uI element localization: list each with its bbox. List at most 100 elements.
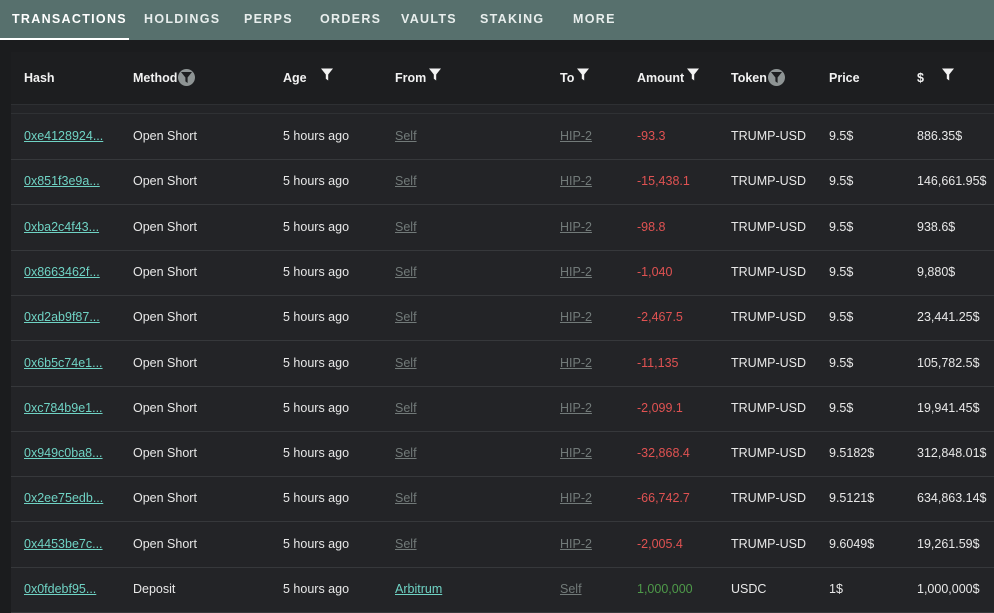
- tab-more[interactable]: MORE: [573, 0, 616, 38]
- amount-cell: 1,000,000: [637, 582, 693, 596]
- token-cell: TRUMP-USD: [731, 355, 806, 370]
- hash-link[interactable]: 0xe4128924...: [24, 114, 103, 159]
- from-link[interactable]: Self: [395, 114, 417, 159]
- method-cell: Open Short: [133, 446, 197, 461]
- hash-link[interactable]: 0x8663462f...: [24, 250, 100, 295]
- hash-link[interactable]: 0xd2ab9f87...: [24, 295, 100, 340]
- method-filter-icon[interactable]: [178, 68, 196, 86]
- tab-holdings[interactable]: HOLDINGS: [144, 0, 220, 38]
- to-filter-icon[interactable]: [577, 51, 590, 103]
- hash-link[interactable]: 0x2ee75edb...: [24, 476, 103, 521]
- to-link[interactable]: HIP-2: [560, 431, 592, 476]
- column-header-usd: $: [917, 52, 954, 104]
- tab-vaults[interactable]: VAULTS: [401, 0, 457, 38]
- table-row: 0xc784b9e1... Open Short 5 hours ago Self HI…: [11, 386, 994, 432]
- price-cell: 9.5$: [829, 310, 854, 325]
- usd-value-cell: 938.6$: [917, 219, 956, 234]
- column-label-age: Age: [283, 71, 307, 85]
- from-link[interactable]: Self: [395, 386, 417, 431]
- token-cell: TRUMP-USD: [731, 446, 806, 461]
- usd-value-cell: 19,941.45$: [917, 400, 980, 415]
- usd-value-cell: 634,863.14$: [917, 491, 987, 506]
- method-cell: Open Short: [133, 129, 197, 143]
- to-link[interactable]: Self: [560, 567, 582, 612]
- method-cell: Open Short: [133, 219, 197, 234]
- method-cell: Deposit: [133, 582, 176, 596]
- price-cell: 9.5$: [829, 219, 854, 234]
- to-link[interactable]: HIP-2: [560, 476, 592, 521]
- from-link[interactable]: Self: [395, 476, 417, 521]
- age-cell: 5 hours ago: [283, 355, 350, 370]
- from-link[interactable]: Arbitrum: [395, 567, 442, 612]
- to-link[interactable]: HIP-2: [560, 295, 592, 340]
- table-row: 0x8663462f... Open Short 5 hours ago Self HI…: [11, 250, 994, 296]
- to-link[interactable]: HIP-2: [560, 522, 592, 567]
- method-cell: Open Short: [133, 264, 197, 279]
- from-link[interactable]: Self: [395, 205, 417, 250]
- hash-link[interactable]: 0x4453be7c...: [24, 522, 103, 567]
- tab-staking[interactable]: STAKING: [480, 0, 544, 38]
- from-filter-icon[interactable]: [429, 51, 442, 103]
- hash-link[interactable]: 0x6b5c74e1...: [24, 341, 103, 386]
- column-label-price: Price: [829, 71, 860, 85]
- from-link[interactable]: Self: [395, 431, 417, 476]
- to-link[interactable]: HIP-2: [560, 341, 592, 386]
- age-filter-icon[interactable]: [320, 51, 333, 103]
- to-link[interactable]: HIP-2: [560, 250, 592, 295]
- method-cell: Open Short: [133, 400, 197, 415]
- method-cell: Open Short: [133, 310, 197, 325]
- token-filter-icon[interactable]: [767, 68, 785, 86]
- from-link[interactable]: Self: [395, 522, 417, 567]
- table-row: 0xe4128924... Open Short 5 hours ago Self HI…: [11, 114, 994, 160]
- token-cell: TRUMP-USD: [731, 400, 806, 415]
- from-link[interactable]: Self: [395, 295, 417, 340]
- price-cell: 1$: [829, 582, 843, 596]
- usd-value-cell: 146,661.95$: [917, 174, 987, 189]
- tab-orders[interactable]: ORDERS: [320, 0, 381, 38]
- age-cell: 5 hours ago: [283, 174, 350, 189]
- table-row: 0x6b5c74e1... Open Short 5 hours ago Self HI…: [11, 341, 994, 387]
- table-row: 0xd2ab9f87... Open Short 5 hours ago Self HI…: [11, 295, 994, 342]
- to-link[interactable]: HIP-2: [560, 114, 592, 159]
- age-cell: 5 hours ago: [283, 536, 350, 551]
- token-cell: TRUMP-USD: [731, 219, 806, 234]
- tab-perps[interactable]: PERPS: [244, 0, 293, 38]
- table-row: 0x2ee75edb... Open Short 5 hours ago Self HI…: [11, 476, 994, 523]
- method-cell: Open Short: [133, 536, 197, 551]
- column-label-from: From: [395, 71, 427, 85]
- price-cell: 9.5$: [829, 174, 854, 189]
- usd-value-cell: 9,880$: [917, 264, 956, 279]
- price-cell: 9.5121$: [829, 491, 875, 506]
- table-row: 0x851f3e9a... Open Short 5 hours ago Self HI…: [11, 159, 994, 206]
- hash-link[interactable]: 0x851f3e9a...: [24, 159, 100, 204]
- usd-filter-icon[interactable]: [941, 51, 954, 103]
- amount-cell: -2,005.4: [637, 536, 683, 551]
- to-link[interactable]: HIP-2: [560, 205, 592, 250]
- table-row: 0x0fdebf95... Deposit 5 hours ago Arbitrum S…: [11, 567, 994, 613]
- age-cell: 5 hours ago: [283, 446, 350, 461]
- usd-value-cell: 886.35$: [917, 129, 963, 143]
- age-cell: 5 hours ago: [283, 310, 350, 325]
- hash-link[interactable]: 0xc784b9e1...: [24, 386, 103, 431]
- method-cell: Open Short: [133, 174, 197, 189]
- from-link[interactable]: Self: [395, 159, 417, 204]
- hash-link[interactable]: 0xba2c4f43...: [24, 205, 99, 250]
- amount-cell: -2,467.5: [637, 310, 683, 325]
- tab-transactions[interactable]: TRANSACTIONS: [12, 0, 127, 38]
- to-link[interactable]: HIP-2: [560, 386, 592, 431]
- token-cell: USDC: [731, 582, 767, 596]
- price-cell: 9.5$: [829, 400, 854, 415]
- hash-link[interactable]: 0x0fdebf95...: [24, 567, 96, 612]
- from-link[interactable]: Self: [395, 250, 417, 295]
- amount-filter-icon[interactable]: [687, 51, 700, 103]
- column-header-price: Price: [829, 52, 860, 104]
- hash-link[interactable]: 0x949c0ba8...: [24, 431, 103, 476]
- amount-cell: -1,040: [637, 264, 673, 279]
- column-header-method: Method: [133, 52, 196, 104]
- to-link[interactable]: HIP-2: [560, 159, 592, 204]
- from-link[interactable]: Self: [395, 341, 417, 386]
- usd-value-cell: 105,782.5$: [917, 355, 980, 370]
- age-cell: 5 hours ago: [283, 129, 350, 143]
- column-label-token: Token: [731, 71, 767, 85]
- token-cell: TRUMP-USD: [731, 264, 806, 279]
